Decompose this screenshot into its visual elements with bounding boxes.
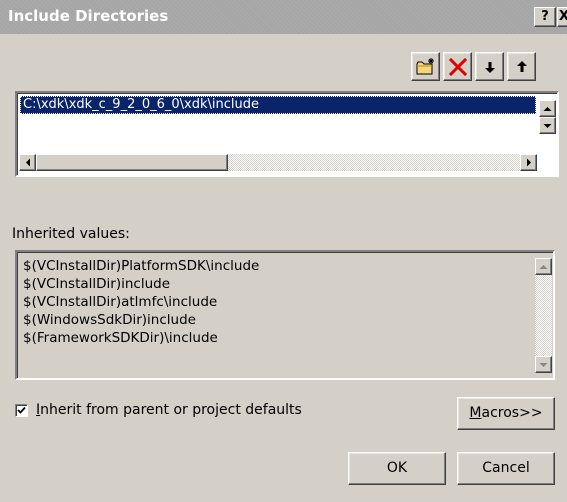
list-item[interactable]: C:\xdk\xdk_c_9_2_0_6_0\xdk\include (20, 96, 536, 114)
scroll-down-icon (543, 123, 552, 128)
new-line-button[interactable] (411, 52, 440, 81)
scroll-left-icon (25, 158, 30, 167)
scroll-down-button[interactable] (539, 117, 556, 134)
macros-hotkey: M (469, 405, 482, 421)
scroll-down-icon (539, 362, 548, 367)
new-folder-icon (416, 57, 434, 74)
horizontal-scroll-thumb[interactable] (36, 154, 228, 171)
close-button[interactable]: X (557, 7, 567, 27)
delete-button[interactable] (443, 52, 472, 81)
arrow-down-icon (484, 61, 495, 73)
inherited-values-label: Inherited values: (12, 226, 130, 242)
list-item: $(WindowsSdkDir)include (23, 312, 196, 328)
list-item: $(VCInstallDir)atlmfc\include (23, 294, 218, 310)
arrow-up-icon (516, 60, 527, 72)
inherit-checkbox-label[interactable]: Inherit from parent or project defaults (36, 402, 302, 418)
scroll-up-icon (539, 264, 548, 269)
scroll-left-button[interactable] (19, 154, 36, 171)
macros-button[interactable]: Macros>> (457, 397, 555, 430)
inherit-checkbox[interactable] (15, 404, 28, 417)
list-item: $(VCInstallDir)include (23, 276, 171, 292)
list-item: $(VCInstallDir)PlatformSDK\include (23, 258, 260, 274)
inherited-values-list[interactable]: $(VCInstallDir)PlatformSDK\include $(VCI… (15, 250, 555, 380)
scroll-up-button[interactable] (539, 100, 556, 117)
checkmark-icon (17, 406, 26, 414)
title-bar[interactable]: Include Directories ? X (0, 0, 567, 34)
inherited-scroll-down-button[interactable] (535, 356, 552, 373)
window-title: Include Directories (8, 7, 169, 25)
macros-label: acros>> (481, 405, 543, 421)
ok-button[interactable]: OK (348, 452, 446, 485)
inherit-label-text: nherit from parent or project defaults (40, 402, 302, 418)
move-up-button[interactable] (507, 52, 536, 81)
cancel-button[interactable]: Cancel (457, 452, 555, 485)
scroll-right-icon (526, 158, 531, 167)
inherited-scroll-track (535, 275, 552, 356)
scroll-up-icon (543, 106, 552, 111)
delete-icon (448, 57, 467, 76)
help-button[interactable]: ? (534, 7, 556, 27)
directories-list[interactable]: C:\xdk\xdk_c_9_2_0_6_0\xdk\include (15, 91, 559, 177)
list-item: $(FrameworkSDKDir)\include (23, 330, 218, 346)
inherited-scroll-up-button[interactable] (535, 258, 552, 275)
move-down-button[interactable] (475, 52, 504, 81)
scroll-right-button[interactable] (520, 154, 537, 171)
